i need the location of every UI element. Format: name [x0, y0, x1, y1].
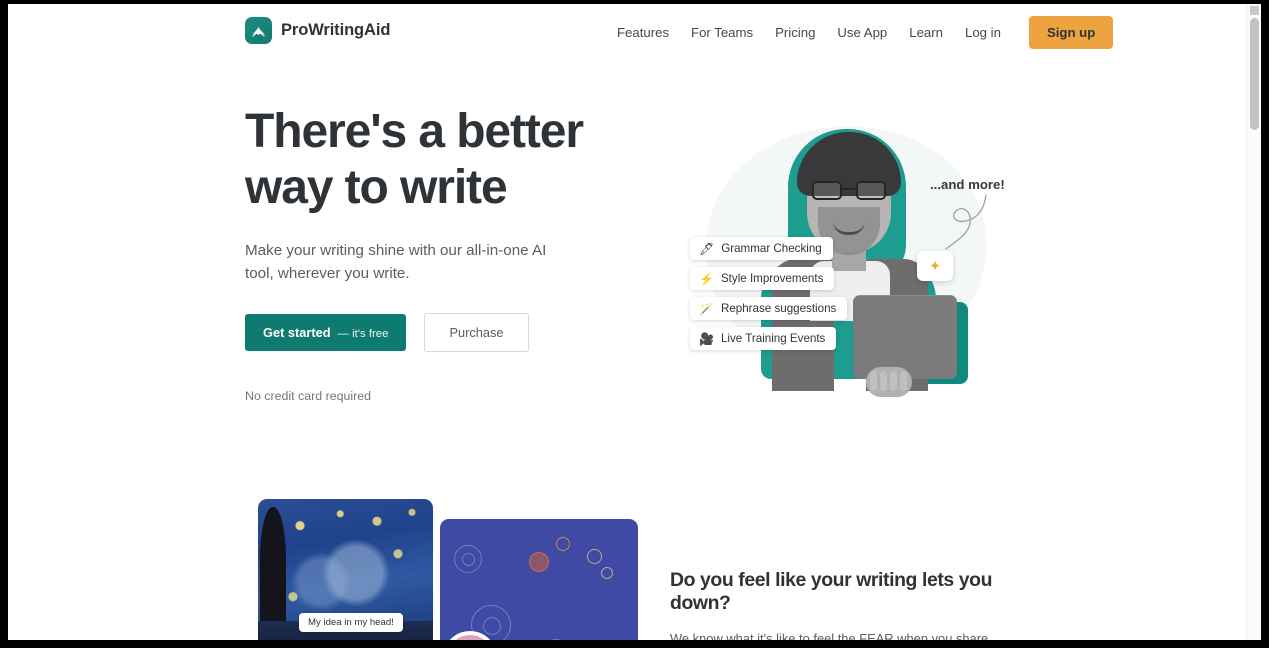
laptop-shape — [853, 295, 957, 379]
finger — [880, 371, 887, 391]
video-camera-icon: 🎥 — [699, 331, 714, 346]
main-navigation: Features For Teams Pricing Use App Learn… — [606, 4, 1114, 60]
scrollbar-thumb[interactable] — [1250, 18, 1259, 130]
vertical-scrollbar[interactable] — [1246, 4, 1261, 640]
nav-item-log-in[interactable]: Log in — [954, 19, 1012, 46]
feature-chip-rephrase-suggestions: 🪄 Rephrase suggestions — [690, 297, 848, 320]
book-logo-icon — [245, 17, 272, 44]
no-credit-card-note: No credit card required — [245, 389, 372, 403]
nav-item-features[interactable]: Features — [606, 19, 680, 46]
feature-chip-live-training-events: 🎥 Live Training Events — [690, 327, 837, 350]
sparkle-badge-icon: ✦ — [917, 251, 953, 281]
nav-item-for-teams[interactable]: For Teams — [680, 19, 764, 46]
feature-chip-label: Style Improvements — [720, 272, 824, 285]
lightning-bolt-icon: ⚡ — [699, 271, 714, 286]
eyeglasses-icon — [812, 181, 886, 200]
callout-squiggle-line — [945, 194, 987, 250]
swirl-shape — [601, 567, 613, 579]
feature-chip-label: Live Training Events — [720, 332, 826, 345]
simplified-painting-card — [440, 519, 638, 640]
swirl-shape — [462, 553, 475, 566]
feature-chip-grammar-checking: 🖋 Grammar Checking — [690, 237, 833, 260]
brand-name: ProWritingAid — [281, 21, 391, 39]
nav-item-use-app[interactable]: Use App — [826, 19, 898, 46]
eyeglass-bridge — [842, 188, 856, 191]
magic-wand-icon: 🪄 — [699, 301, 714, 316]
finger — [900, 371, 907, 391]
swirl-shape — [483, 617, 501, 635]
person-hand — [866, 367, 912, 397]
hero-cta-group: Get started — it's free Purchase — [245, 313, 605, 352]
get-started-label: Get started — [263, 325, 331, 340]
section2-body-text: We know what it's like to feel the FEAR … — [670, 631, 989, 640]
browser-viewport: ProWritingAid Features For Teams Pricing… — [8, 4, 1261, 640]
feature-chip-style-improvements: ⚡ Style Improvements — [690, 267, 835, 290]
image-caption-label: My idea in my head! — [299, 613, 403, 632]
swirl-shape — [587, 549, 602, 564]
get-started-button[interactable]: Get started — it's free — [245, 314, 407, 351]
eyeglass-lens-right — [856, 181, 886, 200]
brand-logo-link[interactable]: ProWritingAid — [245, 17, 390, 44]
quill-pen-icon: 🖋 — [699, 241, 715, 256]
hero-illustration: ✦ ...and more! 🖋 Grammar Checking ⚡ Styl… — [668, 109, 1028, 399]
page-content: ProWritingAid Features For Teams Pricing… — [8, 4, 1246, 640]
section2-text-block: Do you feel like your writing lets you d… — [670, 569, 1015, 640]
swirl-shape — [541, 639, 571, 640]
get-started-note: — it's free — [337, 328, 389, 340]
purchase-button[interactable]: Purchase — [424, 313, 529, 352]
scrollbar-up-arrow[interactable] — [1250, 6, 1259, 15]
swirl-shape — [529, 552, 549, 572]
section2-heading: Do you feel like your writing lets you d… — [670, 569, 993, 614]
feature-chip-label: Grammar Checking — [721, 242, 822, 255]
swirl-shape — [556, 537, 570, 551]
feature-chip-label: Rephrase suggestions — [720, 302, 837, 315]
hero-subtitle: Make your writing shine with our all-in-… — [245, 242, 547, 282]
nav-item-pricing[interactable]: Pricing — [764, 19, 826, 46]
nav-item-learn[interactable]: Learn — [898, 19, 954, 46]
sign-up-button[interactable]: Sign up — [1028, 15, 1114, 49]
and-more-callout: ...and more! — [930, 177, 1005, 192]
eyeglass-lens-left — [812, 181, 842, 200]
finger — [870, 371, 877, 391]
site-header: ProWritingAid Features For Teams Pricing… — [8, 4, 1246, 60]
page-title: There's a better way to write — [245, 105, 584, 214]
section2-illustration: My idea in my head! — [253, 499, 638, 640]
finger — [890, 371, 897, 391]
hero-text-block: There's a better way to write Make your … — [245, 104, 605, 403]
